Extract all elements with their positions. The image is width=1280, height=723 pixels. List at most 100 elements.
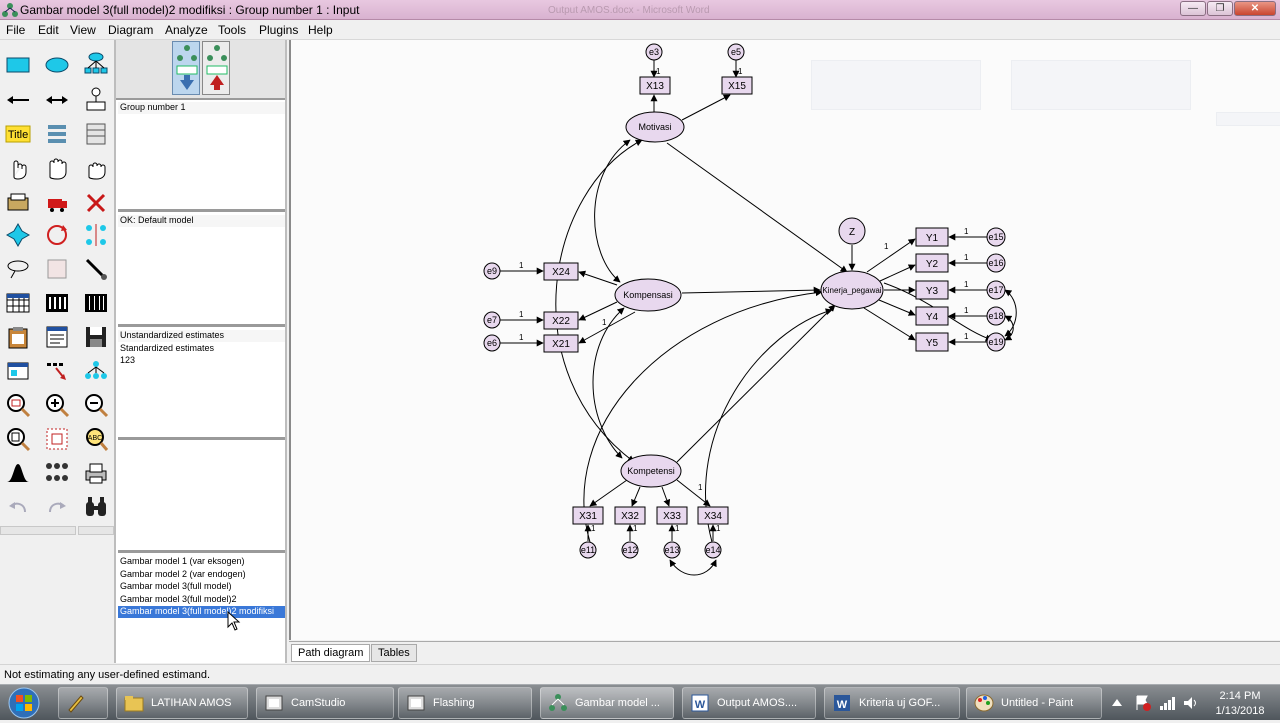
draw-unobserved-icon[interactable] bbox=[42, 50, 72, 80]
draw-observed-icon[interactable] bbox=[3, 50, 33, 80]
menu-tools[interactable]: Tools bbox=[218, 23, 246, 37]
view-page-icon[interactable] bbox=[3, 424, 33, 454]
observed-y1[interactable]: Y1 bbox=[915, 227, 949, 247]
select-one-icon[interactable] bbox=[3, 153, 33, 183]
menu-diagram[interactable]: Diagram bbox=[108, 23, 153, 37]
view-output-button[interactable] bbox=[202, 41, 230, 95]
error-e16[interactable]: e16 bbox=[986, 253, 1006, 273]
save-icon[interactable] bbox=[81, 322, 111, 352]
action-center-icon[interactable] bbox=[1134, 694, 1152, 712]
observed-x22[interactable]: X22 bbox=[543, 311, 579, 330]
latent-kompensasi[interactable]: Kompensasi bbox=[614, 278, 682, 312]
toolbox-scrollbar-left[interactable] bbox=[0, 526, 76, 535]
draw-latent-indicator-icon[interactable] bbox=[81, 50, 111, 80]
list-variables-dataset-icon[interactable] bbox=[81, 119, 111, 149]
select-all-icon[interactable] bbox=[42, 153, 72, 183]
observed-x13[interactable]: X13 bbox=[639, 76, 671, 95]
taskbar-camstudio[interactable]: CamStudio bbox=[256, 687, 394, 719]
path-diagram-canvas[interactable]: 1 1 1 1 1 1 1 1 1 1 1 1 1 1 1 1 1 Motiva… bbox=[289, 40, 1280, 640]
covariance-e17-e19[interactable] bbox=[1004, 289, 1017, 337]
disturbance-z[interactable]: Z bbox=[838, 217, 866, 245]
unstandardized-option[interactable]: Unstandardized estimates bbox=[118, 330, 285, 342]
covariance-e11-kinerja[interactable] bbox=[583, 289, 823, 543]
copy-clipboard-icon[interactable] bbox=[3, 322, 33, 352]
file-item[interactable]: Gambar model 3(full model) bbox=[118, 581, 285, 593]
move-icon[interactable] bbox=[42, 188, 72, 218]
file-item[interactable]: Gambar model 3(full model)2 bbox=[118, 594, 285, 606]
observed-x34[interactable]: X34 bbox=[697, 506, 729, 525]
taskbar-kriteria-gof[interactable]: W Kriteria uj GOF... bbox=[824, 687, 960, 719]
path-kompetensi-kinerja[interactable] bbox=[676, 304, 836, 463]
zoom-in-icon[interactable] bbox=[42, 390, 72, 420]
error-e12[interactable]: e12 bbox=[621, 541, 639, 559]
observed-x33[interactable]: X33 bbox=[656, 506, 688, 525]
error-e19[interactable]: e19 bbox=[986, 332, 1006, 352]
path-kinerja-y4[interactable] bbox=[878, 299, 916, 316]
unique-variable-icon[interactable] bbox=[81, 85, 111, 115]
observed-x21[interactable]: X21 bbox=[543, 334, 579, 353]
volume-icon[interactable] bbox=[1182, 694, 1200, 712]
file-item[interactable]: Gambar model 1 (var eksogen) bbox=[118, 556, 285, 568]
taskbar-pinned-tool[interactable] bbox=[58, 687, 108, 719]
menu-help[interactable]: Help bbox=[308, 23, 333, 37]
observed-x15[interactable]: X15 bbox=[721, 76, 753, 95]
title-icon[interactable]: Title bbox=[3, 119, 33, 149]
path-motivasi-x15[interactable] bbox=[681, 94, 731, 121]
latent-kompetensi[interactable]: Kompetensi bbox=[620, 454, 682, 488]
observed-y2[interactable]: Y2 bbox=[915, 253, 949, 273]
print-icon[interactable] bbox=[81, 458, 111, 488]
clock-time[interactable]: 2:14 PM bbox=[1210, 690, 1270, 702]
close-button[interactable]: ✕ bbox=[1234, 1, 1276, 16]
menu-file[interactable]: File bbox=[6, 23, 25, 37]
path-kinerja-y5[interactable] bbox=[863, 307, 916, 341]
text-output-icon[interactable] bbox=[42, 322, 72, 352]
path-kinerja-y1[interactable] bbox=[866, 238, 916, 273]
rotate-icon[interactable] bbox=[42, 220, 72, 250]
fit-page-icon[interactable] bbox=[42, 424, 72, 454]
error-e5[interactable]: e5 bbox=[727, 43, 745, 61]
bayesian-icon[interactable] bbox=[3, 458, 33, 488]
taskbar-amos-graphics[interactable]: Gambar model ... bbox=[540, 687, 674, 719]
taskbar-latihan-amos[interactable]: LATIHAN AMOS bbox=[116, 687, 248, 719]
menu-analyze[interactable]: Analyze bbox=[165, 23, 208, 37]
zoom-area-icon[interactable] bbox=[3, 390, 33, 420]
network-icon[interactable] bbox=[1158, 694, 1176, 712]
observed-y3[interactable]: Y3 bbox=[915, 280, 949, 300]
list-variables-model-icon[interactable] bbox=[42, 119, 72, 149]
loupe-icon[interactable]: ABC bbox=[81, 424, 111, 454]
touch-up-icon[interactable] bbox=[81, 254, 111, 284]
path-kompetensi-x33[interactable] bbox=[661, 486, 671, 507]
error-e9[interactable]: e9 bbox=[483, 262, 501, 280]
error-e6[interactable]: e6 bbox=[483, 334, 501, 352]
decimal-option[interactable]: 123 bbox=[118, 355, 285, 367]
path-kompetensi-x31[interactable] bbox=[589, 479, 628, 507]
error-e15[interactable]: e15 bbox=[986, 227, 1006, 247]
taskbar-flashing[interactable]: Flashing bbox=[398, 687, 532, 719]
latent-motivasi[interactable]: Motivasi bbox=[625, 111, 685, 143]
move-parameter-icon[interactable] bbox=[3, 254, 33, 284]
observed-y5[interactable]: Y5 bbox=[915, 332, 949, 352]
specification-search-icon[interactable] bbox=[81, 492, 111, 522]
single-arrow-icon[interactable] bbox=[3, 85, 33, 115]
show-hidden-icons-icon[interactable] bbox=[1110, 696, 1124, 710]
view-input-button[interactable] bbox=[172, 41, 200, 95]
taskbar-output-amos[interactable]: W Output AMOS.... bbox=[682, 687, 816, 719]
covariance-e13-e14[interactable] bbox=[669, 559, 717, 576]
latent-kinerja-pegawai[interactable]: Kinerja_pegawai bbox=[820, 270, 884, 310]
restore-button[interactable]: ❐ bbox=[1207, 1, 1233, 16]
file-item[interactable]: Gambar model 2 (var endogen) bbox=[118, 569, 285, 581]
path-kompensasi-kinerja[interactable] bbox=[681, 286, 821, 294]
object-properties-icon[interactable] bbox=[3, 356, 33, 386]
path-kompetensi-x32[interactable] bbox=[631, 486, 641, 507]
error-e7[interactable]: e7 bbox=[483, 311, 501, 329]
path-diagram[interactable]: 1 1 1 1 1 1 1 1 1 1 1 1 1 1 1 1 1 Motiva… bbox=[291, 40, 1280, 640]
zoom-out-icon[interactable] bbox=[81, 390, 111, 420]
preserve-symmetries-icon[interactable] bbox=[81, 356, 111, 386]
tab-path-diagram[interactable]: Path diagram bbox=[291, 644, 371, 662]
duplicate-icon[interactable] bbox=[3, 188, 33, 218]
error-e17[interactable]: e17 bbox=[986, 280, 1006, 300]
clock-date[interactable]: 1/13/2018 bbox=[1210, 705, 1270, 717]
path-kompensasi-x24[interactable] bbox=[578, 270, 618, 286]
observed-x24[interactable]: X24 bbox=[543, 262, 579, 281]
start-button[interactable] bbox=[4, 686, 44, 720]
